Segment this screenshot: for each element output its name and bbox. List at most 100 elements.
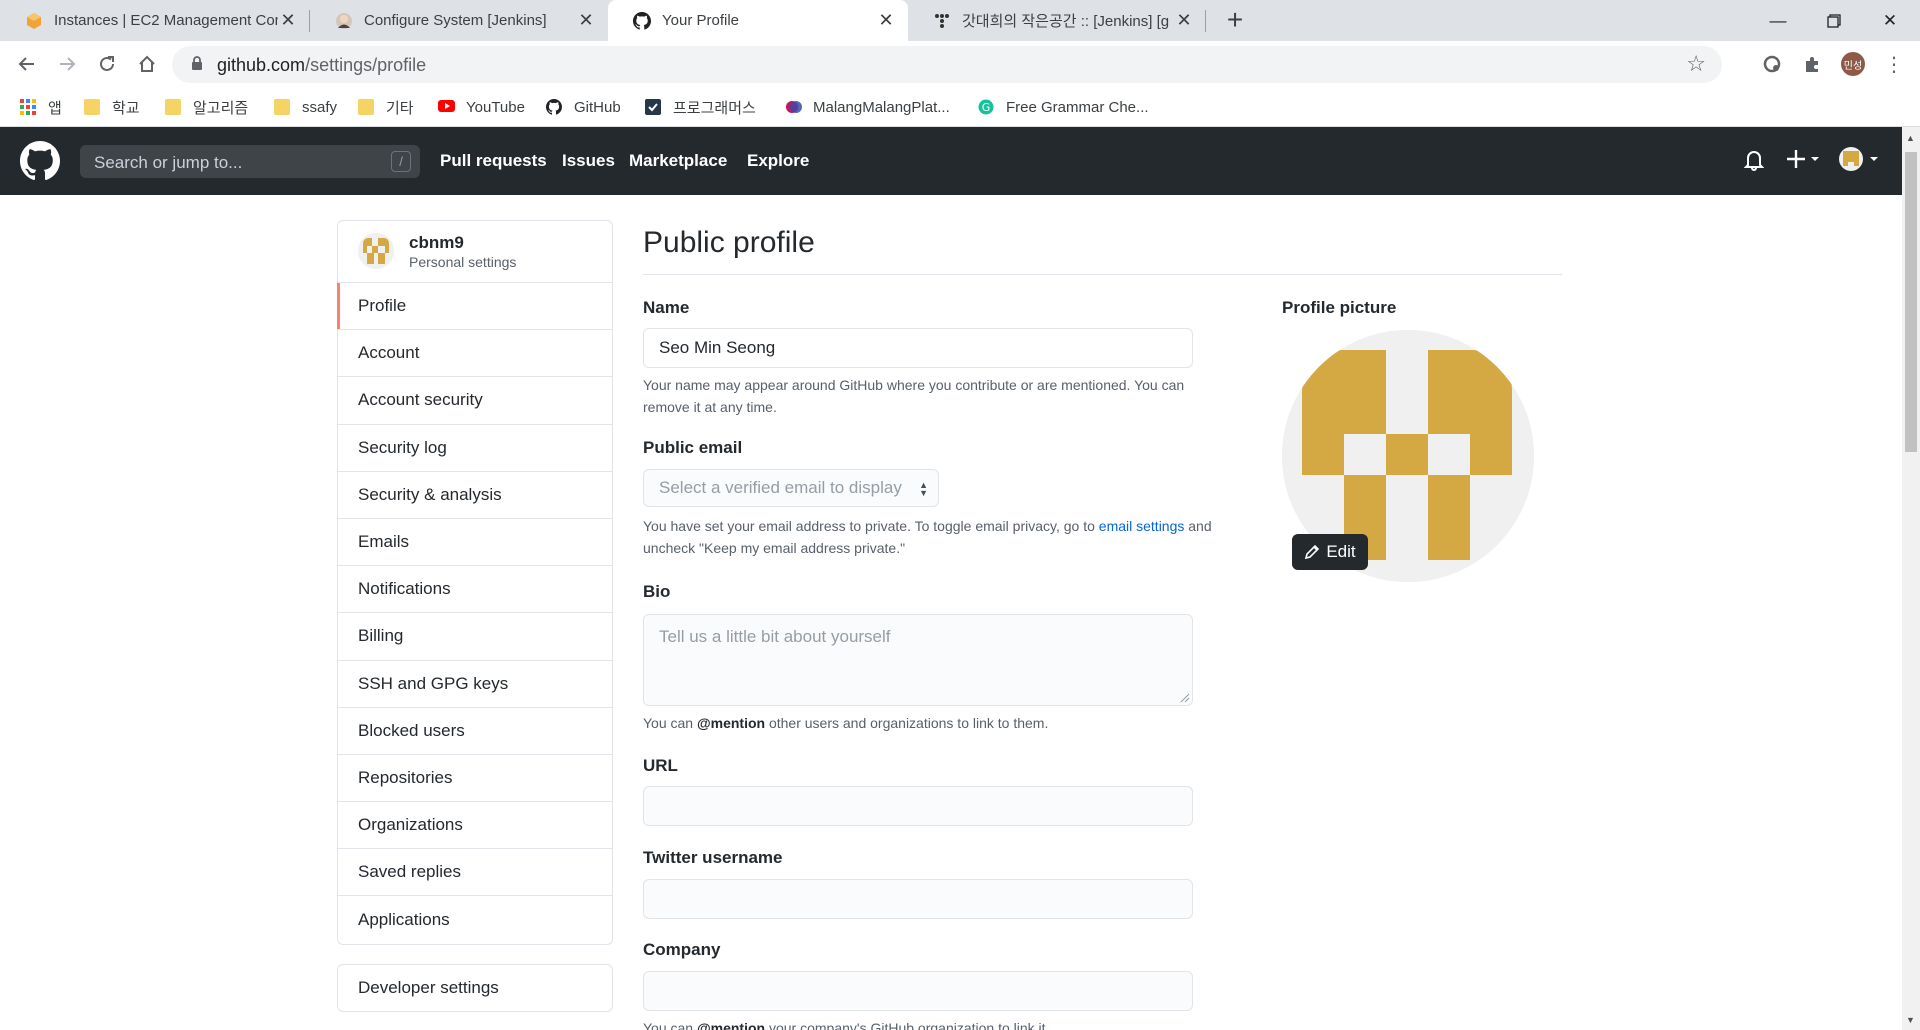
- github-search-input[interactable]: Search or jump to... /: [80, 145, 420, 178]
- resize-handle-icon[interactable]: [1180, 693, 1190, 703]
- notifications-bell-icon[interactable]: [1743, 149, 1765, 176]
- folder-icon: [358, 99, 374, 115]
- company-note: You can @mention your company's GitHub o…: [643, 1017, 1233, 1030]
- email-note-text: You have set your email address to priva…: [643, 518, 1095, 534]
- bookmark-folder-etc[interactable]: 기타: [358, 95, 414, 119]
- bookmark-grammar[interactable]: G Free Grammar Che...: [978, 95, 1149, 119]
- sidebar-item-security-analysis[interactable]: Security & analysis: [338, 472, 612, 519]
- close-icon[interactable]: ✕: [1174, 10, 1194, 31]
- bio-note-text: You can: [643, 715, 694, 731]
- bookmark-label: 앱: [48, 99, 62, 117]
- sidebar-item-security-log[interactable]: Security log: [338, 425, 612, 472]
- edit-profile-picture-button[interactable]: Edit: [1292, 534, 1368, 570]
- company-note-text: You can: [643, 1020, 694, 1030]
- bookmark-malang[interactable]: MalangMalangPlat...: [785, 95, 950, 119]
- window-close-button[interactable]: ✕: [1862, 0, 1918, 41]
- bookmark-label: GitHub: [574, 98, 621, 116]
- name-label: Name: [643, 298, 690, 317]
- extension-icon[interactable]: [1758, 50, 1786, 78]
- company-field[interactable]: [643, 971, 1193, 1011]
- close-icon[interactable]: ✕: [576, 10, 596, 31]
- tab-jenkins[interactable]: Configure System [Jenkins] ✕: [310, 0, 608, 41]
- public-email-note: You have set your email address to priva…: [643, 515, 1233, 559]
- avatar[interactable]: [358, 233, 394, 269]
- sidebar-item-account[interactable]: Account: [338, 330, 612, 378]
- sidebar-item-saved-replies[interactable]: Saved replies: [338, 849, 612, 897]
- public-email-select-value: Select a verified email to display: [659, 478, 902, 497]
- search-placeholder: Search or jump to...: [94, 153, 243, 172]
- company-label: Company: [643, 940, 721, 959]
- sidebar-item-organizations[interactable]: Organizations: [338, 802, 612, 850]
- kebab-menu-icon[interactable]: ⋮: [1880, 50, 1908, 78]
- scroll-down-icon[interactable]: ▼: [1906, 1015, 1915, 1025]
- home-icon[interactable]: [132, 49, 162, 79]
- forward-icon[interactable]: [52, 49, 82, 79]
- sidebar-item-repositories[interactable]: Repositories: [338, 755, 612, 803]
- sidebar-item-notifications[interactable]: Notifications: [338, 566, 612, 614]
- bookmark-github[interactable]: GitHub: [546, 95, 621, 119]
- email-settings-link[interactable]: email settings: [1099, 518, 1185, 534]
- sidebar-subtitle: Personal settings: [409, 254, 517, 270]
- github-logo-icon[interactable]: [20, 141, 60, 181]
- search-shortcut-key: /: [391, 151, 411, 172]
- tab-blog[interactable]: 갓대희의 작은공간 :: [Jenkins] [g ✕: [908, 0, 1206, 41]
- public-email-select[interactable]: Select a verified email to display ▲ ▼: [643, 469, 939, 507]
- sidebar-item-applications[interactable]: Applications: [338, 896, 612, 943]
- url-field[interactable]: [643, 786, 1193, 826]
- bookmark-label: YouTube: [466, 98, 525, 116]
- youtube-icon: [438, 99, 455, 115]
- address-bar[interactable]: github.com/settings/profile ☆: [172, 46, 1722, 83]
- bio-textarea[interactable]: Tell us a little bit about yourself: [643, 614, 1193, 706]
- tab-your-profile[interactable]: Your Profile ✕: [608, 0, 908, 41]
- twitter-username-field[interactable]: [643, 879, 1193, 919]
- sidebar-item-account-security[interactable]: Account security: [338, 377, 612, 425]
- nav-issues[interactable]: Issues: [562, 151, 615, 171]
- bio-note: You can @mention other users and organiz…: [643, 712, 1233, 734]
- browser-profile-avatar[interactable]: 민성: [1841, 52, 1865, 76]
- tistory-icon: [932, 11, 951, 30]
- bookmark-folder-ssafy[interactable]: ssafy: [274, 95, 337, 119]
- back-icon[interactable]: [12, 49, 42, 79]
- sidebar-item-emails[interactable]: Emails: [338, 519, 612, 567]
- restore-button[interactable]: [1806, 0, 1862, 41]
- sidebar-item-developer-settings[interactable]: Developer settings: [338, 965, 612, 1011]
- malang-icon: [785, 99, 802, 115]
- tab-title: Configure System [Jenkins]: [364, 12, 547, 29]
- bookmark-youtube[interactable]: YouTube: [438, 95, 525, 119]
- scrollbar-thumb[interactable]: [1905, 152, 1917, 452]
- sidebar-item-billing[interactable]: Billing: [338, 613, 612, 661]
- bookmark-folder-school[interactable]: 학교: [84, 95, 140, 119]
- tab-title: Your Profile: [662, 12, 739, 29]
- nav-explore[interactable]: Explore: [747, 151, 809, 171]
- reload-icon[interactable]: [92, 49, 122, 79]
- close-icon[interactable]: ✕: [876, 10, 896, 31]
- scroll-up-icon[interactable]: ▲: [1906, 133, 1915, 143]
- lock-icon[interactable]: [191, 56, 203, 76]
- bookmark-apps[interactable]: 앱: [20, 95, 62, 119]
- tab-title: 갓대희의 작은공간 :: [Jenkins] [g: [962, 13, 1170, 30]
- nav-marketplace[interactable]: Marketplace: [629, 151, 727, 171]
- minimize-button[interactable]: —: [1750, 0, 1806, 41]
- grammar-icon: G: [978, 99, 994, 115]
- page-scrollbar[interactable]: ▲ ▼: [1902, 127, 1920, 1030]
- url-path: /settings/profile: [305, 55, 427, 75]
- divider: [643, 274, 1562, 275]
- sidebar-item-ssh-gpg-keys[interactable]: SSH and GPG keys: [338, 661, 612, 708]
- bookmark-programmers[interactable]: 프로그래머스: [645, 95, 756, 119]
- user-menu-dropdown[interactable]: [1838, 145, 1882, 178]
- pencil-icon: [1305, 544, 1320, 560]
- puzzle-icon[interactable]: [1798, 50, 1826, 78]
- page-title: Public profile: [643, 226, 815, 259]
- sidebar-username[interactable]: cbnm9: [409, 233, 464, 253]
- programmers-icon: [645, 99, 661, 115]
- bookmark-folder-algorithm[interactable]: 알고리즘: [165, 95, 248, 119]
- close-icon[interactable]: ✕: [278, 10, 298, 31]
- create-new-dropdown[interactable]: [1786, 147, 1820, 176]
- nav-pull-requests[interactable]: Pull requests: [440, 151, 547, 171]
- sidebar-item-blocked-users[interactable]: Blocked users: [338, 708, 612, 755]
- sidebar-item-profile[interactable]: Profile: [337, 283, 612, 331]
- tab-ec2[interactable]: Instances | EC2 Management Console ✕: [0, 0, 310, 41]
- bookmark-star-icon[interactable]: ☆: [1686, 51, 1706, 77]
- name-field[interactable]: Seo Min Seong: [643, 328, 1193, 368]
- new-tab-button[interactable]: +: [1222, 4, 1248, 36]
